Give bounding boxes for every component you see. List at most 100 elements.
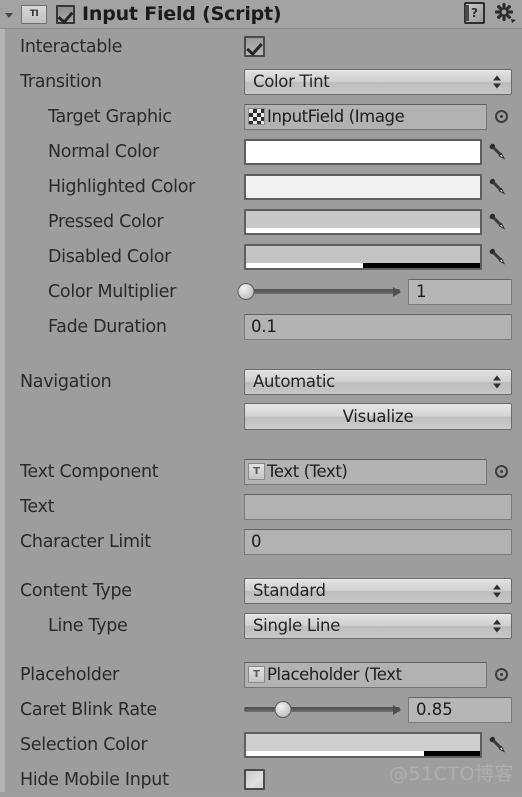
label-character-limit: Character Limit [20, 531, 151, 552]
placeholder-object-field[interactable]: T Placeholder (Text [244, 661, 487, 688]
line-type-dropdown[interactable]: Single Line [244, 612, 512, 639]
foldout-triangle-icon[interactable] [4, 8, 17, 21]
section-spacer-2 [0, 434, 522, 454]
caret-blink-rate-slider[interactable] [244, 697, 400, 723]
label-highlighted-color: Highlighted Color [48, 176, 196, 197]
row-line-type: Line Type Single Line [0, 608, 522, 643]
component-enabled-checkbox[interactable] [56, 4, 75, 24]
row-text-component: Text Component T Text (Text) [0, 454, 522, 489]
text-component-icon: T [248, 463, 265, 480]
row-text: Text [0, 489, 522, 524]
highlighted-color-fill [246, 175, 480, 198]
highlighted-color-eyedropper[interactable] [482, 169, 512, 204]
text-component-object-picker[interactable] [490, 454, 512, 489]
color-multiplier-slider[interactable] [237, 279, 400, 305]
normal-color-eyedropper[interactable] [482, 134, 512, 169]
row-caret-blink-rate: Caret Blink Rate 0.85 [0, 692, 522, 727]
field-content-type: Standard [244, 573, 512, 608]
pressed-color-swatch[interactable] [244, 208, 482, 235]
component-header[interactable]: TI Input Field (Script) ? [0, 0, 522, 29]
caret-blink-rate-value[interactable]: 0.85 [408, 696, 512, 723]
field-selection-color [244, 727, 512, 762]
field-character-limit: 0 [244, 524, 512, 559]
color-multiplier-knob[interactable] [237, 283, 255, 300]
field-navigation: Automatic [244, 364, 512, 399]
field-text [244, 489, 512, 524]
transition-dropdown[interactable]: Color Tint [244, 68, 512, 95]
field-text-component: T Text (Text) [244, 454, 512, 489]
object-picker-icon [494, 668, 508, 681]
field-pressed-color [244, 204, 512, 239]
label-pressed-color: Pressed Color [48, 211, 164, 232]
disabled-color-fill [246, 245, 480, 263]
label-target-graphic: Target Graphic [48, 106, 172, 127]
disabled-color-alpha-fill [246, 262, 363, 268]
field-color-multiplier: 1 [237, 274, 512, 309]
label-hide-mobile-input: Hide Mobile Input [20, 769, 169, 790]
color-multiplier-value[interactable]: 1 [408, 278, 512, 305]
content-type-value: Standard [253, 581, 326, 600]
field-disabled-color [244, 239, 512, 274]
label-line-type: Line Type [48, 615, 128, 636]
navigation-dropdown[interactable]: Automatic [244, 368, 512, 395]
fade-duration-input[interactable]: 0.1 [244, 313, 512, 340]
content-type-dropdown[interactable]: Standard [244, 577, 512, 604]
row-interactable: Interactable [0, 29, 522, 64]
row-navigation: Navigation Automatic [0, 364, 522, 399]
caret-blink-rate-knob[interactable] [274, 701, 292, 718]
selection-color-eyedropper[interactable] [482, 727, 512, 762]
selection-color-alpha-fill [246, 750, 424, 756]
transition-value: Color Tint [253, 72, 330, 91]
selection-color-fill [246, 733, 480, 751]
normal-color-swatch[interactable] [244, 138, 482, 165]
placeholder-object-picker[interactable] [490, 657, 512, 692]
text-component-object-field[interactable]: T Text (Text) [244, 458, 487, 485]
label-color-multiplier: Color Multiplier [48, 281, 177, 302]
label-selection-color: Selection Color [20, 734, 148, 755]
placeholder-value: Placeholder (Text [267, 665, 402, 684]
target-graphic-value: InputField (Image [267, 107, 405, 126]
target-graphic-object-field[interactable]: InputField (Image [244, 103, 487, 130]
field-interactable [244, 29, 512, 64]
gear-icon[interactable] [494, 2, 516, 24]
target-graphic-object-picker[interactable] [490, 99, 512, 134]
row-highlighted-color: Highlighted Color [0, 169, 522, 204]
row-visualize: Visualize [0, 399, 522, 434]
row-selection-color: Selection Color [0, 727, 522, 762]
visualize-button[interactable]: Visualize [244, 403, 512, 430]
line-type-value: Single Line [253, 616, 341, 635]
disabled-color-eyedropper[interactable] [482, 239, 512, 274]
row-color-multiplier: Color Multiplier 1 [0, 274, 522, 309]
highlighted-color-swatch[interactable] [244, 173, 482, 200]
label-transition: Transition [20, 71, 102, 92]
caret-blink-rate-track [244, 707, 400, 712]
script-icon: TI [21, 4, 47, 24]
chevron-updown-icon [493, 583, 502, 598]
row-transition: Transition Color Tint [0, 64, 522, 99]
help-book-icon[interactable]: ? [464, 2, 485, 24]
label-text: Text [20, 496, 55, 517]
section-spacer-1 [0, 344, 522, 364]
field-visualize: Visualize [244, 399, 512, 434]
chevron-updown-icon [493, 374, 502, 389]
pressed-color-eyedropper[interactable] [482, 204, 512, 239]
section-spacer-3 [0, 559, 522, 573]
text-input[interactable] [244, 493, 512, 520]
label-placeholder: Placeholder [20, 664, 119, 685]
chevron-updown-icon [493, 618, 502, 633]
character-limit-input[interactable]: 0 [244, 528, 512, 555]
object-picker-icon [494, 110, 508, 123]
row-placeholder: Placeholder T Placeholder (Text [0, 657, 522, 692]
pressed-color-alpha-fill [246, 227, 480, 233]
hide-mobile-input-checkbox[interactable] [244, 769, 265, 790]
interactable-checkbox[interactable] [244, 36, 265, 57]
navigation-value: Automatic [253, 372, 335, 391]
label-fade-duration: Fade Duration [48, 316, 167, 337]
selection-color-swatch[interactable] [244, 731, 482, 758]
row-target-graphic: Target Graphic InputField (Image [0, 99, 522, 134]
disabled-color-swatch[interactable] [244, 243, 482, 270]
selection-color-alpha-bar [246, 750, 480, 756]
normal-color-fill [246, 140, 480, 163]
image-component-icon [248, 108, 265, 125]
label-disabled-color: Disabled Color [48, 246, 172, 267]
